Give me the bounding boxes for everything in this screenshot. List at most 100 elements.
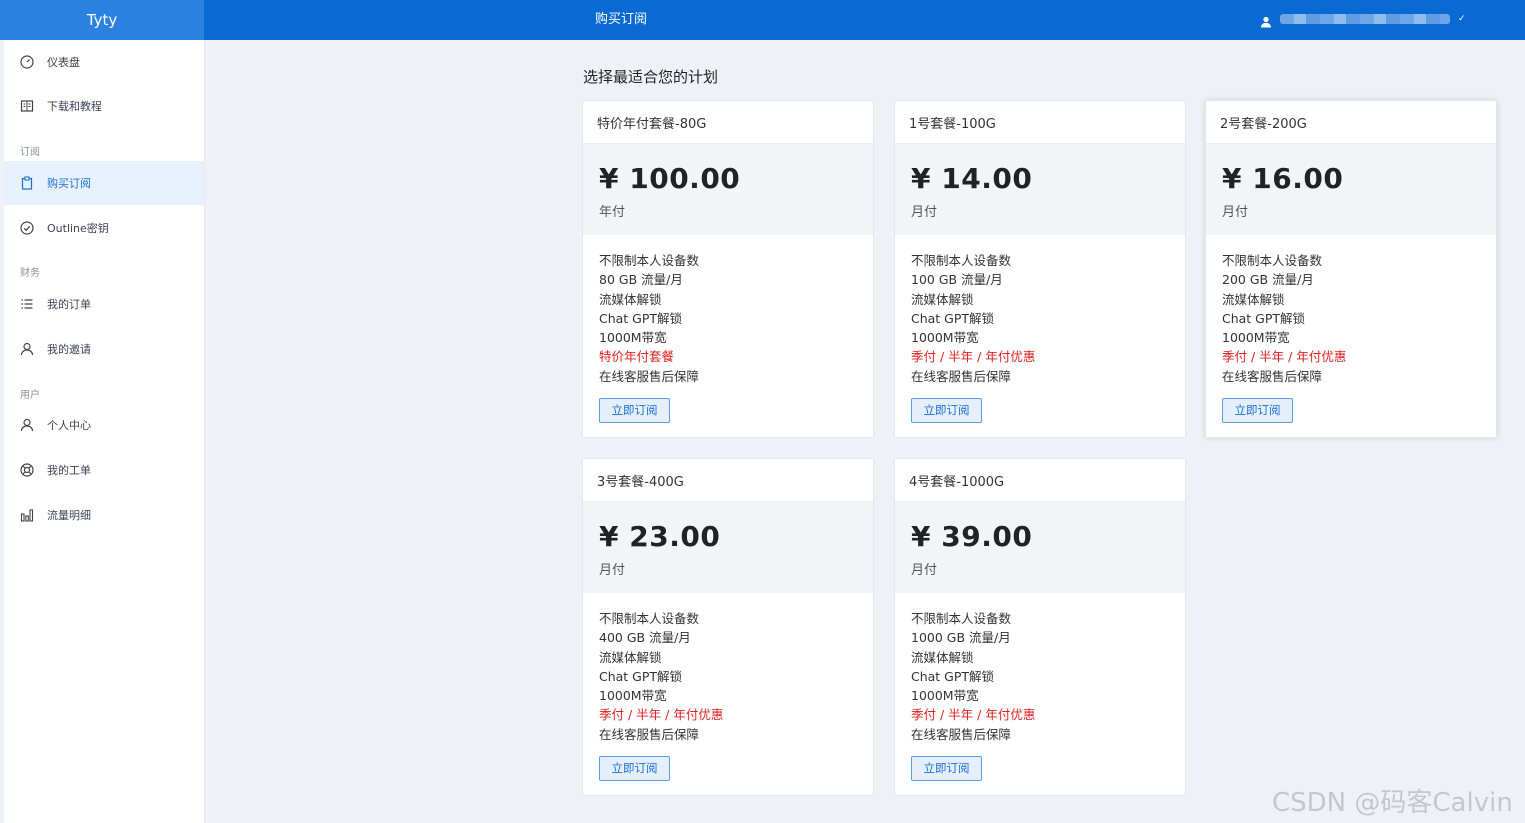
sidebar-item-orders[interactable]: 我的订单 [4,282,204,326]
feature-item: 不限制本人设备数 [599,253,700,268]
plan-features: 不限制本人设备数 100 GB 流量/月 流媒体解锁 Chat GPT解锁 10… [895,235,1185,424]
plan-price: ¥ 39.00 [911,520,1033,553]
sidebar-item-label: 流量明细 [47,509,91,522]
lifebuoy-icon [20,463,34,477]
gauge-icon [20,55,34,69]
sidebar-item-invites[interactable]: 我的邀请 [4,327,204,371]
plan-card: 4号套餐-1000G ¥ 39.00 月付 不限制本人设备数 1000 GB 流… [894,458,1186,796]
sidebar-item-tickets[interactable]: 我的工单 [4,448,204,492]
plan-price: ¥ 14.00 [911,162,1033,195]
feature-item: 在线客服售后保障 [1222,368,1323,384]
feature-item: 80 GB 流量/月 [599,272,683,288]
feature-item: 1000M带宽 [911,688,979,704]
plan-features: 不限制本人设备数 1000 GB 流量/月 流媒体解锁 Chat GPT解锁 1… [895,593,1185,782]
sidebar-item-buy-subscription[interactable]: 购买订阅 [4,161,204,205]
plans-heading: 选择最适合您的计划 [583,68,719,86]
feature-item: Chat GPT解锁 [1222,310,1306,326]
plan-card: 3号套餐-400G ¥ 23.00 月付 不限制本人设备数 400 GB 流量/… [582,458,874,796]
plan-features: 不限制本人设备数 200 GB 流量/月 流媒体解锁 Chat GPT解锁 10… [1206,235,1496,424]
sidebar-item-label: 我的邀请 [47,343,91,356]
sidebar-item-label: 我的工单 [47,464,91,477]
watermark: CSDN @码客Calvin [1272,788,1513,818]
feature-promo: 季付 / 半年 / 年付优惠 [911,349,1036,365]
user-icon [20,418,34,432]
sidebar-item-downloads[interactable]: 下载和教程 [4,84,204,128]
plan-price-box: ¥ 100.00 年付 [583,144,873,235]
subscribe-button[interactable]: 立即订阅 [911,756,982,782]
plan-name: 3号套餐-400G [583,459,873,502]
check-circle-icon [20,221,34,235]
plan-price-box: ¥ 14.00 月付 [895,144,1185,235]
feature-item: 在线客服售后保障 [599,368,700,384]
plan-name: 特价年付套餐-80G [583,101,873,144]
feature-item: 1000M带宽 [599,688,667,704]
sidebar-item-label: Outline密钥 [47,222,109,235]
plan-card: 2号套餐-200G ¥ 16.00 月付 不限制本人设备数 200 GB 流量/… [1205,100,1497,438]
feature-item: 流媒体解锁 [1222,291,1285,307]
plan-period: 月付 [599,563,626,578]
plan-card: 特价年付套餐-80G ¥ 100.00 年付 不限制本人设备数 80 GB 流量… [582,100,874,438]
sidebar-item-dashboard[interactable]: 仪表盘 [4,40,204,84]
subscribe-button[interactable]: 立即订阅 [599,398,670,424]
list-icon [20,297,34,311]
feature-promo: 季付 / 半年 / 年付优惠 [1222,349,1347,365]
feature-item: Chat GPT解锁 [599,668,683,684]
user-icon [1260,13,1272,28]
plan-features: 不限制本人设备数 400 GB 流量/月 流媒体解锁 Chat GPT解锁 10… [583,593,873,782]
feature-item: 流媒体解锁 [911,291,974,307]
clipboard-icon [20,176,34,190]
feature-item: 不限制本人设备数 [599,611,700,626]
user-email-redacted [1280,14,1450,24]
feature-item: 在线客服售后保障 [911,368,1012,384]
plan-price-box: ¥ 39.00 月付 [895,502,1185,593]
plan-card: 1号套餐-100G ¥ 14.00 月付 不限制本人设备数 100 GB 流量/… [894,100,1186,438]
feature-item: Chat GPT解锁 [911,668,995,684]
sidebar-item-label: 我的订单 [47,298,91,311]
feature-item: Chat GPT解锁 [599,310,683,326]
plan-price: ¥ 100.00 [599,162,741,195]
feature-item: 1000M带宽 [599,330,667,346]
feature-item: Chat GPT解锁 [911,310,995,326]
sidebar-item-traffic[interactable]: 流量明细 [4,493,204,537]
feature-item: 400 GB 流量/月 [599,630,691,646]
bar-chart-icon [20,508,34,522]
book-icon [20,99,34,113]
top-header: Tyty 购买订阅 ✓ [0,0,1525,40]
feature-item: 1000M带宽 [911,330,979,346]
plan-period: 月付 [911,205,938,220]
sidebar-item-label: 购买订阅 [47,177,91,190]
plan-name: 2号套餐-200G [1206,101,1496,144]
plan-name: 4号套餐-1000G [895,459,1185,502]
feature-item: 100 GB 流量/月 [911,272,1003,288]
feature-promo: 特价年付套餐 [599,349,675,365]
plan-price-box: ¥ 23.00 月付 [583,502,873,593]
feature-item: 流媒体解锁 [599,649,662,665]
sidebar-item-outline-key[interactable]: Outline密钥 [4,206,204,250]
subscribe-button[interactable]: 立即订阅 [911,398,982,424]
sidebar-item-label: 仪表盘 [47,56,80,69]
plan-price: ¥ 16.00 [1222,162,1344,195]
page-title: 购买订阅 [595,12,648,27]
plan-period: 年付 [599,205,626,220]
brand-logo[interactable]: Tyty [0,0,204,40]
sidebar-item-label: 下载和教程 [47,100,102,113]
section-subscription: 订阅 [20,147,40,158]
section-user: 用户 [20,390,40,401]
feature-item: 在线客服售后保障 [599,726,700,742]
plan-period: 月付 [911,563,938,578]
feature-item: 流媒体解锁 [911,649,974,665]
feature-promo: 季付 / 半年 / 年付优惠 [911,707,1036,723]
plan-features: 不限制本人设备数 80 GB 流量/月 流媒体解锁 Chat GPT解锁 100… [583,235,873,424]
user-menu[interactable]: ✓ [1260,10,1466,28]
feature-item: 不限制本人设备数 [911,611,1012,626]
feature-item: 在线客服售后保障 [911,726,1012,742]
plan-price: ¥ 23.00 [599,520,721,553]
feature-item: 不限制本人设备数 [1222,253,1323,268]
sidebar-item-profile[interactable]: 个人中心 [4,403,204,447]
subscribe-button[interactable]: 立即订阅 [1222,398,1293,424]
plan-name: 1号套餐-100G [895,101,1185,144]
user-icon [20,342,34,356]
feature-item: 200 GB 流量/月 [1222,272,1314,288]
chevron-down-icon[interactable]: ✓ [1458,14,1466,24]
subscribe-button[interactable]: 立即订阅 [599,756,670,782]
